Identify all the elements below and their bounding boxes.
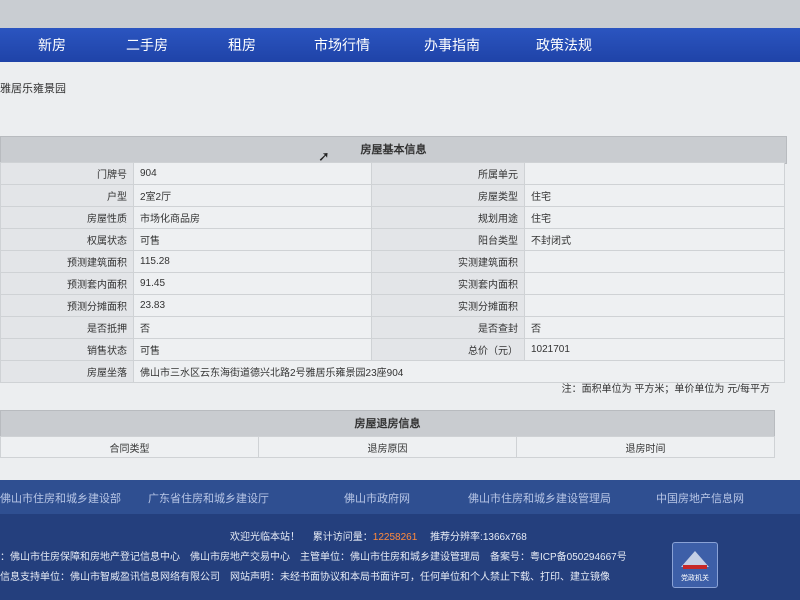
- label-predicted-shared-area: 预测分摊面积: [0, 294, 134, 317]
- nav-new-homes[interactable]: 新房: [38, 35, 66, 55]
- value-unit: [524, 162, 785, 185]
- value-planned-use: 住宅: [524, 206, 785, 229]
- footer-link-fs-housing-bureau[interactable]: 佛山市住房和城乡建设管理局: [468, 490, 611, 506]
- label-predicted-building-area: 预测建筑面积: [0, 250, 134, 273]
- table-row: 销售状态 可售 总价（元） 1021701: [0, 338, 785, 361]
- col-refund-reason: 退房原因: [258, 436, 517, 458]
- footer-link-fs-gov[interactable]: 佛山市政府网: [344, 490, 410, 506]
- value-measured-shared-area: [524, 294, 785, 317]
- nav-market[interactable]: 市场行情: [314, 35, 370, 55]
- value-predicted-inner-area: 91.45: [133, 272, 372, 295]
- footer-links-bar: 佛山市住房和城乡建设部 广东省住房和城乡建设厅 佛山市政府网 佛山市住房和城乡建…: [0, 480, 800, 514]
- table-row: 是否抵押 否 是否查封 否: [0, 316, 785, 339]
- label-mortgaged: 是否抵押: [0, 316, 134, 339]
- government-seal-icon: 党政机关: [672, 542, 718, 588]
- breadcrumb: 雅居乐雍景园: [0, 83, 66, 95]
- table-row: 门牌号 904 所属单元: [0, 162, 785, 185]
- table-row: 预测建筑面积 115.28 实测建筑面积: [0, 250, 785, 273]
- footer-line-statement: 信息支持单位：佛山市智威盈讯信息网络有限公司 网站声明：未经书面协议和本局书面许…: [0, 572, 610, 583]
- col-refund-time: 退房时间: [516, 436, 775, 458]
- label-door-number: 门牌号: [0, 162, 134, 185]
- refund-table: 合同类型 退房原因 退房时间: [0, 436, 775, 458]
- value-total-price: 1021701: [524, 338, 785, 361]
- value-mortgaged: 否: [133, 316, 372, 339]
- nav-guide[interactable]: 办事指南: [424, 35, 480, 55]
- label-balcony-type: 阳台类型: [371, 228, 525, 251]
- resolution-text: 推荐分辨率:1366x768: [430, 532, 527, 543]
- seal-emblem-icon: [681, 551, 709, 569]
- value-balcony-type: 不封闭式: [524, 228, 785, 251]
- value-predicted-building-area: 115.28: [133, 250, 372, 273]
- visits-label: 累计访问量：: [312, 532, 373, 543]
- label-measured-shared-area: 实测分摊面积: [371, 294, 525, 317]
- value-predicted-shared-area: 23.83: [133, 294, 372, 317]
- label-unit: 所属单元: [371, 162, 525, 185]
- seal-text: 党政机关: [681, 575, 709, 582]
- label-measured-inner-area: 实测套内面积: [371, 272, 525, 295]
- table-row: 权属状态 可售 阳台类型 不封闭式: [0, 228, 785, 251]
- main-nav: 新房 二手房 租房 市场行情 办事指南 政策法规: [0, 28, 800, 62]
- label-address: 房屋坐落: [0, 360, 134, 383]
- label-sale-status: 销售状态: [0, 338, 134, 361]
- nav-second-hand[interactable]: 二手房: [126, 35, 168, 55]
- house-info-table: 门牌号 904 所属单元 户型 2室2厅 房屋类型 住宅 房屋性质 市场化商品房…: [0, 162, 785, 383]
- value-ownership-status: 可售: [133, 228, 372, 251]
- table-row: 预测分摊面积 23.83 实测分摊面积: [0, 294, 785, 317]
- value-measured-building-area: [524, 250, 785, 273]
- label-house-nature: 房屋性质: [0, 206, 134, 229]
- value-layout: 2室2厅: [133, 184, 372, 207]
- value-sale-status: 可售: [133, 338, 372, 361]
- label-planned-use: 规划用途: [371, 206, 525, 229]
- footer-line-organizers: ：佛山市住房保障和房地产登记信息中心 佛山市房地产交易中心 主管单位：佛山市住房…: [0, 552, 627, 563]
- footer-link-fs-housing-dept[interactable]: 佛山市住房和城乡建设部: [0, 490, 121, 506]
- table-row: 房屋性质 市场化商品房 规划用途 住宅: [0, 206, 785, 229]
- refund-info-header: 房屋退房信息: [0, 410, 775, 438]
- basic-info-header: 房屋基本信息: [0, 136, 787, 164]
- label-measured-building-area: 实测建筑面积: [371, 250, 525, 273]
- label-total-price: 总价（元）: [371, 338, 525, 361]
- value-measured-inner-area: [524, 272, 785, 295]
- value-house-nature: 市场化商品房: [133, 206, 372, 229]
- value-house-type: 住宅: [524, 184, 785, 207]
- nav-policy[interactable]: 政策法规: [536, 35, 592, 55]
- label-ownership-status: 权属状态: [0, 228, 134, 251]
- label-seized: 是否查封: [371, 316, 525, 339]
- label-house-type: 房屋类型: [371, 184, 525, 207]
- value-door-number: 904: [133, 162, 372, 185]
- footer-info: 欢迎光临本站！ 累计访问量：12258261 推荐分辨率:1366x768 ：佛…: [0, 514, 800, 600]
- table-row: 合同类型 退房原因 退房时间: [0, 436, 775, 458]
- footer-welcome-line: 欢迎光临本站！ 累计访问量：12258261 推荐分辨率:1366x768: [230, 528, 527, 543]
- visits-count: 12258261: [372, 532, 418, 543]
- browser-top-strip: [0, 0, 800, 28]
- label-layout: 户型: [0, 184, 134, 207]
- footer-link-gd-housing-dept[interactable]: 广东省住房和城乡建设厅: [148, 490, 269, 506]
- nav-rental[interactable]: 租房: [228, 35, 256, 55]
- table-row: 预测套内面积 91.45 实测套内面积: [0, 272, 785, 295]
- table-row: 户型 2室2厅 房屋类型 住宅: [0, 184, 785, 207]
- footer-link-china-realestate[interactable]: 中国房地产信息网: [656, 490, 744, 506]
- label-predicted-inner-area: 预测套内面积: [0, 272, 134, 295]
- welcome-text: 欢迎光临本站！: [230, 532, 300, 543]
- unit-note: 注：面积单位为 平方米；单价单位为 元/每平方: [561, 384, 770, 395]
- col-contract-type: 合同类型: [0, 436, 259, 458]
- mouse-cursor-icon: ➚: [318, 148, 330, 164]
- value-seized: 否: [524, 316, 785, 339]
